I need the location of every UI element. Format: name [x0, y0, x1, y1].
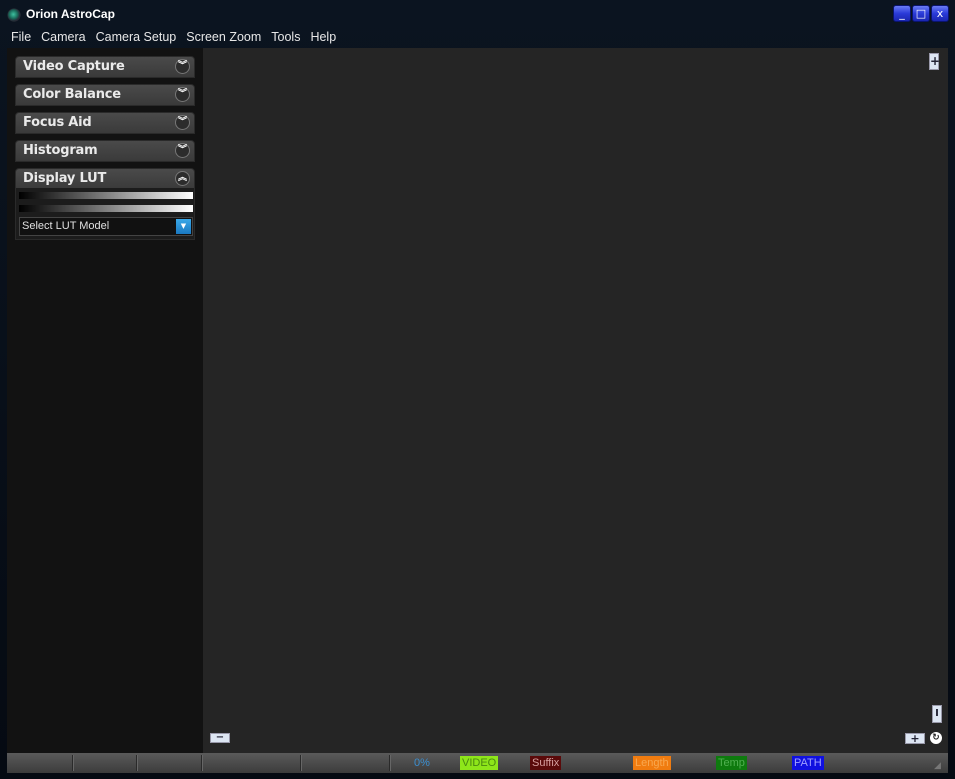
resize-grip-icon[interactable]: ◢	[934, 761, 944, 771]
display-lut-body: Select LUT Model ▼	[15, 188, 195, 240]
menu-help[interactable]: Help	[305, 28, 341, 48]
lut-model-select-value: Select LUT Model	[22, 220, 110, 232]
panel-label: Color Balance	[23, 87, 121, 102]
progress-percent: 0%	[414, 757, 430, 769]
double-chevron-down-icon[interactable]: ︾	[175, 143, 190, 158]
status-separator	[300, 755, 302, 771]
status-separator	[201, 755, 203, 771]
video-status-badge: VIDEO	[460, 756, 499, 770]
panel-color-balance[interactable]: Color Balance ︾	[15, 84, 195, 106]
app-logo-icon	[8, 9, 20, 21]
rotate-icon[interactable]: ↻	[930, 732, 942, 744]
double-chevron-down-icon[interactable]: ︾	[175, 87, 190, 102]
panel-video-capture[interactable]: Video Capture ︾	[15, 56, 195, 78]
lut-gradient-bottom	[19, 205, 193, 212]
image-viewer[interactable]: + − I + ↻	[203, 48, 948, 753]
status-bar: 0% VIDEO Suffix Length Temp PATH ◢	[7, 753, 948, 773]
panel-label: Display LUT	[23, 171, 107, 186]
length-status-badge: Length	[633, 756, 671, 770]
menu-camera-setup[interactable]: Camera Setup	[91, 28, 182, 48]
menu-bar: File Camera Camera Setup Screen Zoom Too…	[6, 28, 341, 48]
app-window: Orion AstroCap _ □ x File Camera Camera …	[0, 0, 955, 779]
suffix-status-badge: Suffix	[530, 756, 562, 770]
sidebar: Video Capture ︾ Color Balance ︾ Focus Ai…	[7, 48, 203, 753]
panel-label: Histogram	[23, 143, 98, 158]
maximize-button[interactable]: □	[912, 5, 930, 22]
menu-file[interactable]: File	[6, 28, 36, 48]
status-separator	[136, 755, 138, 771]
panel-focus-aid[interactable]: Focus Aid ︾	[15, 112, 195, 134]
double-chevron-down-icon[interactable]: ︾	[175, 59, 190, 74]
double-chevron-down-icon[interactable]: ︾	[175, 115, 190, 130]
status-separator	[72, 755, 74, 771]
panel-histogram[interactable]: Histogram ︾	[15, 140, 195, 162]
lut-gradient-top	[19, 192, 193, 199]
menu-camera[interactable]: Camera	[36, 28, 90, 48]
panel-label: Focus Aid	[23, 115, 92, 130]
zoom-in-icon[interactable]: +	[929, 53, 940, 70]
panel-label: Video Capture	[23, 59, 125, 74]
temp-status-badge: Temp	[716, 756, 747, 770]
window-title: Orion AstroCap	[26, 7, 115, 21]
menu-screen-zoom[interactable]: Screen Zoom	[181, 28, 266, 48]
panel-display-lut[interactable]: Display LUT ︽	[15, 168, 195, 190]
double-chevron-up-icon[interactable]: ︽	[175, 171, 190, 186]
menu-tools[interactable]: Tools	[266, 28, 305, 48]
status-separator	[389, 755, 391, 771]
title-bar[interactable]: Orion AstroCap _ □ x	[0, 0, 955, 28]
zoom-out-icon[interactable]: −	[210, 733, 230, 743]
vertical-scroll-icon[interactable]: I	[932, 705, 942, 723]
minimize-button[interactable]: _	[893, 5, 911, 22]
close-button[interactable]: x	[931, 5, 949, 22]
lut-model-select[interactable]: Select LUT Model ▼	[19, 217, 193, 236]
path-status-badge: PATH	[792, 756, 824, 770]
add-icon[interactable]: +	[905, 733, 925, 744]
dropdown-arrow-icon[interactable]: ▼	[176, 219, 191, 234]
